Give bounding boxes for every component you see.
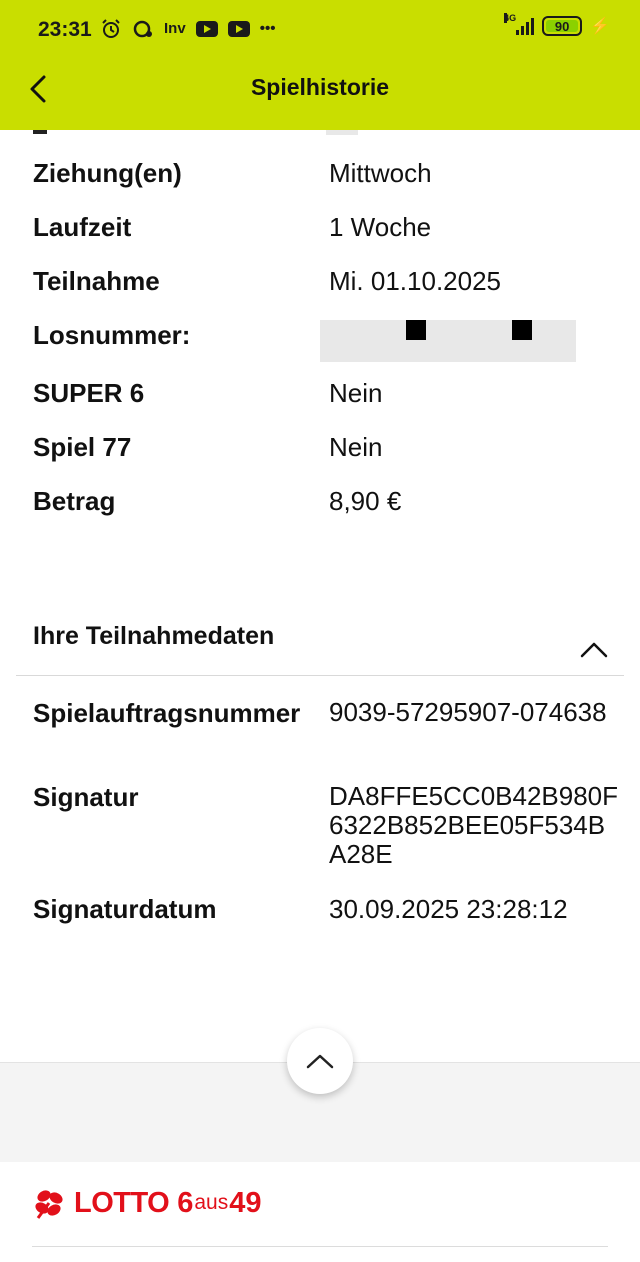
- detail-label: Betrag: [33, 486, 116, 516]
- inv-icon: Inv: [164, 20, 186, 37]
- detail-value: 1 Woche: [329, 212, 432, 242]
- alarm-icon: [102, 19, 120, 38]
- participation-label: Spielauftragsnummer: [33, 698, 301, 728]
- signal-icon: 4G: [504, 13, 535, 35]
- notification-icons: Inv •••: [100, 18, 275, 40]
- logo-six: 6: [177, 1186, 194, 1219]
- network-type: 4G: [504, 13, 517, 23]
- clover-icon: [35, 1190, 63, 1219]
- ticket-number-redacted: [320, 320, 576, 362]
- detail-label: Ziehung(en): [33, 158, 182, 188]
- chevron-up-icon: [306, 1054, 334, 1069]
- participation-value: 30.09.2025 23:28:12: [329, 894, 568, 924]
- scroll-to-top-button[interactable]: [287, 1028, 353, 1094]
- detail-label: SUPER 6: [33, 378, 145, 408]
- chevron-up-icon[interactable]: [580, 640, 608, 658]
- detail-label: Losnummer:: [33, 320, 191, 350]
- app-header: 23:31 Inv ••• 4G 90 ⚡ Spielhistorie: [0, 0, 640, 130]
- youtube-icon: [227, 21, 250, 37]
- detail-label: Laufzeit: [33, 212, 132, 242]
- more-dots-icon: •••: [259, 20, 276, 37]
- participation-label: Signaturdatum: [33, 894, 217, 924]
- status-time: 23:31: [38, 18, 92, 41]
- section-title[interactable]: Ihre Teilnahmedaten: [33, 622, 274, 651]
- detail-value: Mittwoch: [329, 158, 432, 188]
- detail-label: Teilnahme: [33, 266, 160, 296]
- divider: [16, 675, 624, 676]
- chat-icon: [133, 20, 152, 38]
- page-title: Spielhistorie: [250, 74, 390, 100]
- battery-icon: 90: [542, 16, 583, 36]
- detail-value: 8,90 €: [329, 486, 402, 516]
- detail-label: Spiel 77: [33, 432, 132, 462]
- participation-label: Signatur: [33, 782, 139, 812]
- status-right: 4G 90 ⚡: [504, 13, 610, 36]
- detail-value: Nein: [329, 432, 383, 462]
- detail-value: Mi. 01.10.2025: [329, 266, 502, 296]
- divider: [32, 1246, 608, 1247]
- logo-fortynine: 49: [229, 1186, 262, 1219]
- status-bar: 23:31 Inv ••• 4G 90 ⚡: [0, 0, 640, 58]
- youtube-icon: [195, 21, 218, 37]
- lotto-logo[interactable]: LOTTO 6 aus 49: [32, 1186, 262, 1220]
- logo-aus: aus: [194, 1191, 229, 1214]
- charging-icon: ⚡: [590, 18, 610, 35]
- detail-value: Nein: [329, 378, 383, 408]
- logo-word: LOTTO: [74, 1186, 170, 1219]
- battery-level: 90: [554, 18, 570, 34]
- participation-value: DA8FFE5CC0B42B980F6322B852BEE05F534BA28E: [329, 781, 619, 869]
- footer: LOTTO 6 aus 49: [0, 1162, 640, 1262]
- participation-value: 9039-57295907-074638: [329, 697, 607, 727]
- partial-row: [0, 130, 640, 140]
